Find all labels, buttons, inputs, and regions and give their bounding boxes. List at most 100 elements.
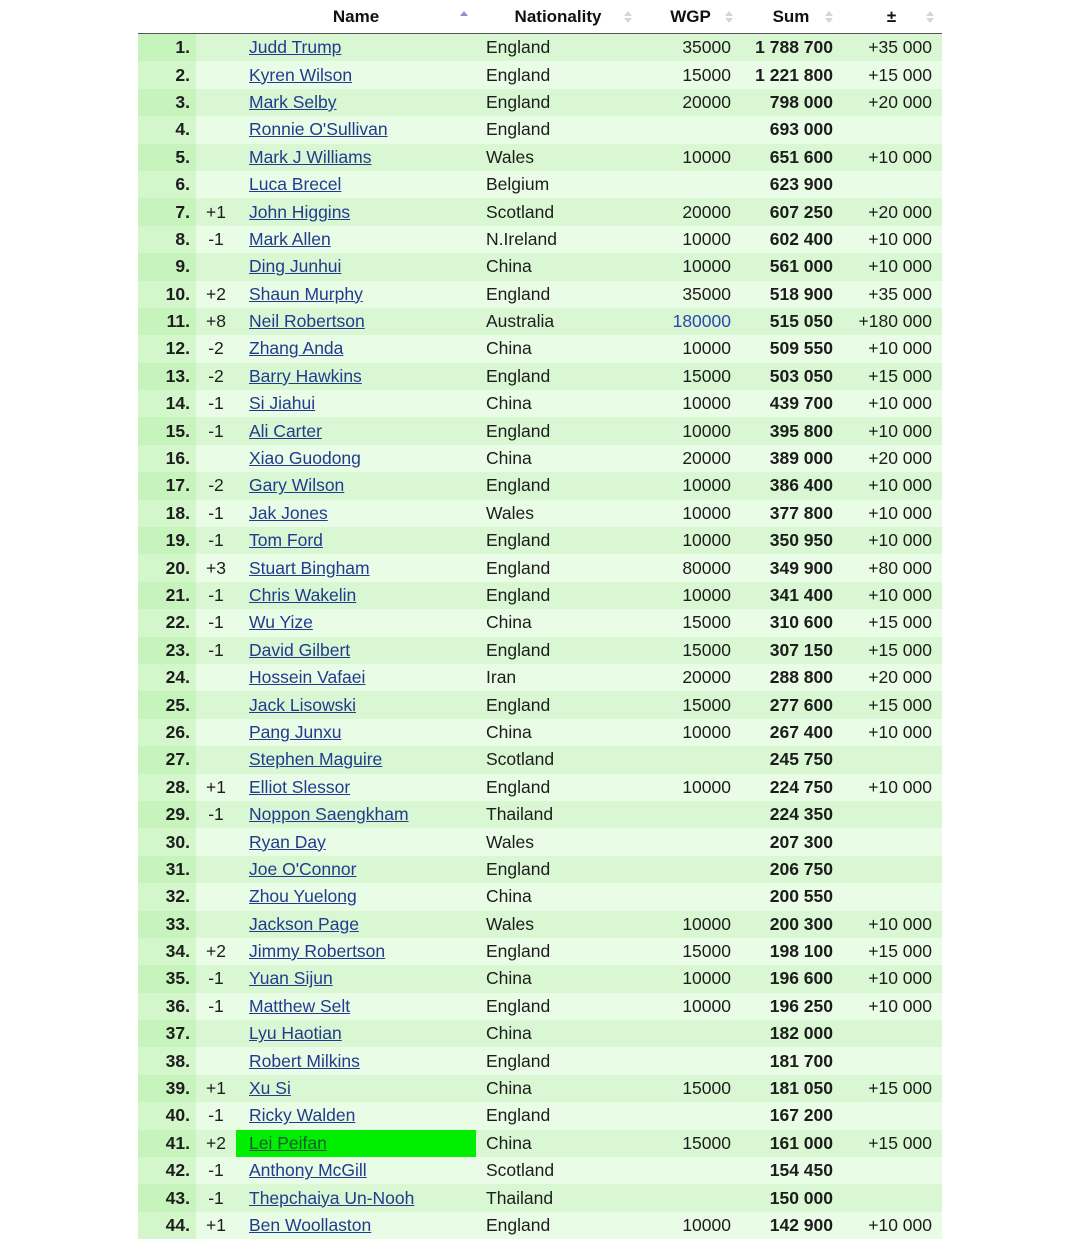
sum-cell: 439 700 [741,390,841,418]
player-link[interactable]: Jackson Page [249,914,359,934]
player-link[interactable]: Elliot Slessor [249,777,350,797]
rank-change-cell [196,253,236,281]
rank-change-cell [196,855,236,884]
player-link[interactable]: Anthony McGill [249,1160,367,1180]
player-link[interactable]: Zhou Yuelong [249,886,357,906]
player-link[interactable]: Luca Brecel [249,174,341,194]
player-link[interactable]: Mark J Williams [249,147,372,167]
points-diff-cell: +15 000 [841,362,942,391]
rank-cell: 34. [138,937,196,966]
wgp-cell: 15000 [640,1129,741,1158]
table-row: 11. +8 Neil Robertson Australia 180000 515 05… [138,307,942,336]
sort-icon[interactable] [624,11,632,23]
nationality-cell: China [476,444,640,473]
rank-cell: 26. [138,718,196,747]
sum-cell: 154 450 [741,1157,841,1185]
sum-cell: 310 600 [741,609,841,637]
player-link[interactable]: Jimmy Robertson [249,941,385,961]
header-diff[interactable]: ± [841,0,942,34]
player-link[interactable]: Robert Milkins [249,1051,360,1071]
player-link[interactable]: Chris Wakelin [249,585,356,605]
header-nationality[interactable]: Nationality [476,0,640,34]
sort-icon[interactable] [725,11,733,23]
player-link[interactable]: Ben Woollaston [249,1215,371,1235]
player-link[interactable]: Hossein Vafaei [249,667,365,687]
wgp-cell: 20000 [640,198,741,226]
player-link[interactable]: Lei Peifan [249,1133,327,1153]
player-link[interactable]: Ali Carter [249,421,322,441]
player-link[interactable]: Zhang Anda [249,338,343,358]
player-link[interactable]: Shaun Murphy [249,284,363,304]
points-diff-cell: +10 000 [841,718,942,747]
player-link[interactable]: Gary Wilson [249,475,344,495]
rank-cell: 32. [138,883,196,911]
player-link[interactable]: Tom Ford [249,530,323,550]
player-link[interactable]: Joe O'Connor [249,859,356,879]
player-link[interactable]: Ronnie O'Sullivan [249,119,388,139]
player-link[interactable]: John Higgins [249,202,350,222]
wgp-cell: 15000 [640,691,741,719]
player-link[interactable]: Stuart Bingham [249,558,370,578]
player-link[interactable]: Jak Jones [249,503,328,523]
rank-change-cell: -1 [196,499,236,528]
player-link[interactable]: Yuan Sijun [249,968,333,988]
table-row: 5. Mark J Williams Wales 10000 651 600 +10 00… [138,143,942,171]
rank-cell: 30. [138,828,196,856]
header-wgp[interactable]: WGP [640,0,741,34]
player-link[interactable]: Xiao Guodong [249,448,361,468]
player-link[interactable]: Kyren Wilson [249,65,352,85]
player-link[interactable]: Ricky Walden [249,1105,355,1125]
rank-change-cell: -1 [196,1184,236,1212]
wgp-cell: 10000 [640,253,741,281]
sort-ascending-icon[interactable] [460,11,468,23]
table-row: 6. Luca Brecel Belgium 623 900 [138,170,942,199]
table-row: 26. Pang Junxu China 10000 267 400 +10 000 [138,718,942,747]
points-diff-cell [841,883,942,911]
player-link[interactable]: Matthew Selt [249,996,350,1016]
player-link[interactable]: Lyu Haotian [249,1023,342,1043]
sort-icon[interactable] [926,11,934,23]
player-link[interactable]: Xu Si [249,1078,291,1098]
player-link[interactable]: Neil Robertson [249,311,365,331]
player-link[interactable]: Si Jiahui [249,393,315,413]
player-link[interactable]: Jack Lisowski [249,695,356,715]
wgp-cell: 10000 [640,143,741,171]
player-link[interactable]: Thepchaiya Un-Nooh [249,1188,414,1208]
header-sum[interactable]: Sum [741,0,841,34]
nationality-cell: England [476,554,640,582]
points-diff-cell: +10 000 [841,225,942,254]
header-sum-label: Sum [772,6,810,26]
player-link[interactable]: Barry Hawkins [249,366,362,386]
player-link[interactable]: Ding Junhui [249,256,341,276]
rank-cell: 31. [138,855,196,884]
wgp-cell [640,116,741,144]
player-link[interactable]: Pang Junxu [249,722,341,742]
sort-icon[interactable] [825,11,833,23]
sum-cell: 142 900 [741,1211,841,1240]
table-row: 22. -1 Wu Yize China 15000 310 600 +15 000 [138,609,942,637]
player-link[interactable]: David Gilbert [249,640,350,660]
sum-cell: 181 700 [741,1047,841,1075]
rank-cell: 22. [138,609,196,637]
player-link[interactable]: Stephen Maguire [249,749,382,769]
wgp-cell: 15000 [640,609,741,637]
player-name-cell: Xu Si [236,1074,476,1103]
header-name[interactable]: Name [236,0,476,34]
player-name-cell: Robert Milkins [236,1047,476,1075]
player-link[interactable]: Wu Yize [249,612,313,632]
wgp-cell [640,1047,741,1075]
rank-cell: 4. [138,116,196,144]
table-row: 7. +1 John Higgins Scotland 20000 607 250 +20 … [138,198,942,226]
player-link[interactable]: Mark Allen [249,229,331,249]
rank-cell: 7. [138,198,196,226]
player-link[interactable]: Ryan Day [249,832,326,852]
table-row: 8. -1 Mark Allen N.Ireland 10000 602 400 +10 0… [138,225,942,254]
player-link[interactable]: Noppon Saengkham [249,804,409,824]
header-rank [138,0,196,34]
wgp-cell[interactable]: 180000 [640,307,741,336]
player-link[interactable]: Mark Selby [249,92,337,112]
sum-cell: 182 000 [741,1020,841,1048]
player-link[interactable]: Judd Trump [249,37,341,57]
player-name-cell: Elliot Slessor [236,773,476,801]
nationality-cell: England [476,1211,640,1240]
